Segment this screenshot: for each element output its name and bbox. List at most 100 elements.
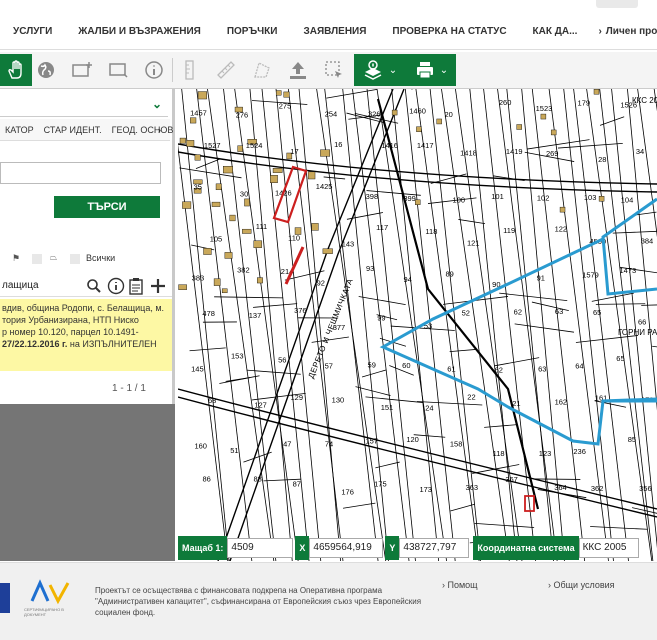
building bbox=[223, 166, 233, 174]
parcel-number-label: 16 bbox=[334, 140, 342, 149]
parcel-number-label: 20 bbox=[445, 110, 453, 119]
building bbox=[593, 89, 600, 95]
parcel-boundary bbox=[223, 89, 277, 561]
top-strip-button[interactable] bbox=[596, 0, 638, 8]
search-input[interactable] bbox=[0, 162, 161, 184]
select-icon bbox=[325, 61, 342, 78]
parcel-number-label: 24 bbox=[425, 403, 433, 412]
chevron-down-icon: ⌄ bbox=[439, 64, 449, 76]
building bbox=[215, 183, 222, 191]
parcel-number-label: 87 bbox=[293, 479, 301, 488]
parcel-number-label: 143 bbox=[342, 240, 355, 249]
building bbox=[550, 129, 557, 136]
nav-how-to[interactable]: КАК ДА... bbox=[520, 14, 591, 50]
result-tail: на ИЗПЪЛНИТЕЛЕН bbox=[67, 339, 157, 349]
add-window-button[interactable] bbox=[66, 54, 98, 86]
nav-status-check[interactable]: ПРОВЕРКА НА СТАТУС bbox=[379, 14, 519, 50]
parcel-number-label: 269 bbox=[546, 149, 559, 158]
area-measure-button[interactable] bbox=[246, 54, 278, 86]
plus-icon[interactable] bbox=[150, 278, 166, 294]
parcel-number-label: 363 bbox=[466, 483, 479, 492]
parcel-boundary bbox=[595, 303, 646, 305]
filter-all-label[interactable]: Всички bbox=[86, 253, 115, 263]
y-coordinate-value[interactable]: 438727,797 bbox=[399, 538, 470, 558]
building bbox=[416, 126, 422, 132]
cadastral-map[interactable]: 1457 276 275 254 326 1460 20 260 1523 179 1526 1527… bbox=[178, 89, 657, 561]
parcel-boundary bbox=[514, 323, 575, 333]
select-area-button[interactable] bbox=[318, 54, 350, 86]
parcel-number-label: 88 bbox=[253, 474, 261, 483]
filter-box[interactable] bbox=[32, 254, 42, 264]
info-icon[interactable] bbox=[107, 277, 125, 295]
parcel-boundary bbox=[612, 230, 657, 234]
building bbox=[182, 201, 192, 209]
help-link[interactable]: › Помощ bbox=[442, 580, 478, 590]
parcel-number-label: 47 bbox=[283, 439, 291, 448]
help-link-label: Помощ bbox=[447, 580, 478, 590]
nav-personal-profile[interactable]: › Личен проф bbox=[590, 26, 657, 37]
coordinate-system-select[interactable]: ККС 2005 bbox=[578, 538, 639, 558]
parcel-number-label: 356 bbox=[639, 484, 652, 493]
terms-link-label: Общи условия bbox=[553, 580, 615, 590]
parcel-boundary bbox=[342, 502, 376, 509]
chevron-down-icon: ⌄ bbox=[151, 97, 162, 111]
parcel-number-label: 74 bbox=[325, 440, 333, 449]
parcel-number-label: 62 bbox=[514, 307, 522, 316]
building bbox=[190, 117, 197, 124]
nav-services[interactable]: УСЛУГИ bbox=[0, 14, 65, 50]
map-svg[interactable]: 1457 276275254 326 1460 202601523179 15261527… bbox=[178, 89, 657, 561]
parcel-boundary bbox=[366, 89, 416, 561]
building bbox=[203, 247, 212, 255]
parcel-number-label: 162 bbox=[555, 398, 568, 407]
parcel-number-label: 92 bbox=[317, 279, 325, 288]
chevron-right-icon[interactable]: › bbox=[153, 125, 166, 135]
print-button[interactable]: ⌄ bbox=[406, 54, 456, 86]
screen-button[interactable] bbox=[102, 54, 134, 86]
layers-button[interactable]: ⌄ bbox=[354, 54, 406, 86]
clipboard-icon[interactable] bbox=[128, 277, 144, 295]
parcel-boundary bbox=[450, 503, 475, 512]
filter-box[interactable] bbox=[70, 254, 80, 264]
building bbox=[178, 284, 187, 290]
tab-cadastre[interactable]: КАТОР bbox=[0, 125, 39, 135]
highlighted-parcel[interactable] bbox=[284, 246, 305, 285]
parcel-boundary bbox=[365, 396, 424, 403]
tab-old-identifier[interactable]: СТАР ИДЕНТ. bbox=[39, 125, 107, 135]
upload-button[interactable] bbox=[282, 54, 314, 86]
ruler-button[interactable] bbox=[210, 54, 242, 86]
ruler-v-button[interactable] bbox=[174, 54, 206, 86]
info-icon bbox=[145, 61, 163, 79]
parcel-number-label: 117 bbox=[376, 223, 388, 232]
search-button[interactable]: ТЪРСИ bbox=[54, 196, 160, 218]
parcel-number-label: 118 bbox=[425, 227, 437, 236]
parcel-boundary bbox=[533, 478, 581, 480]
parcel-number-label: 1524 bbox=[246, 141, 263, 150]
parcel-number-label: 326 bbox=[368, 109, 381, 118]
terms-link[interactable]: › Общи условия bbox=[548, 580, 615, 590]
scale-input[interactable]: 4509 bbox=[227, 538, 294, 558]
building bbox=[224, 252, 233, 259]
search-type-select[interactable]: ⌄ bbox=[0, 95, 168, 117]
info-button[interactable] bbox=[138, 54, 170, 86]
result-line: 27/22.12.2016 г. на ИЗПЪЛНИТЕЛЕН bbox=[2, 338, 170, 350]
parcel-number-label: 110 bbox=[288, 233, 300, 242]
parcel-number-label: 100 bbox=[453, 196, 466, 205]
results-toolbar: лащица bbox=[0, 275, 172, 297]
result-line: р номер 10.120, парцел 10.1491- bbox=[2, 327, 139, 337]
upload-icon bbox=[290, 62, 306, 79]
nav-complaints[interactable]: ЖАЛБИ И ВЪЗРАЖЕНИЯ bbox=[65, 14, 214, 50]
flag-icon[interactable]: ⚑ bbox=[12, 253, 20, 264]
search-icon[interactable] bbox=[86, 278, 102, 294]
parcel-number-label: 176 bbox=[341, 488, 354, 497]
x-coordinate-value[interactable]: 4659564,919 bbox=[309, 538, 384, 558]
parcel-number-label: 157 bbox=[365, 437, 378, 446]
parcel-number-label: 17 bbox=[290, 147, 298, 156]
nav-applications[interactable]: ЗАЯВЛЕНИЯ bbox=[290, 14, 379, 50]
result-card[interactable]: вдив, община Родопи, с. Белащица, м. тор… bbox=[0, 299, 172, 371]
nav-orders[interactable]: ПОРЪЧКИ bbox=[214, 14, 291, 50]
globe-button[interactable] bbox=[30, 54, 62, 86]
parcel-number-label: 102 bbox=[537, 194, 550, 203]
tab-geodetic-base[interactable]: ГЕОД. ОСНОВ bbox=[107, 125, 179, 135]
hand-pan-button[interactable] bbox=[0, 54, 32, 86]
polygon-icon[interactable]: ⏢ bbox=[50, 252, 57, 263]
